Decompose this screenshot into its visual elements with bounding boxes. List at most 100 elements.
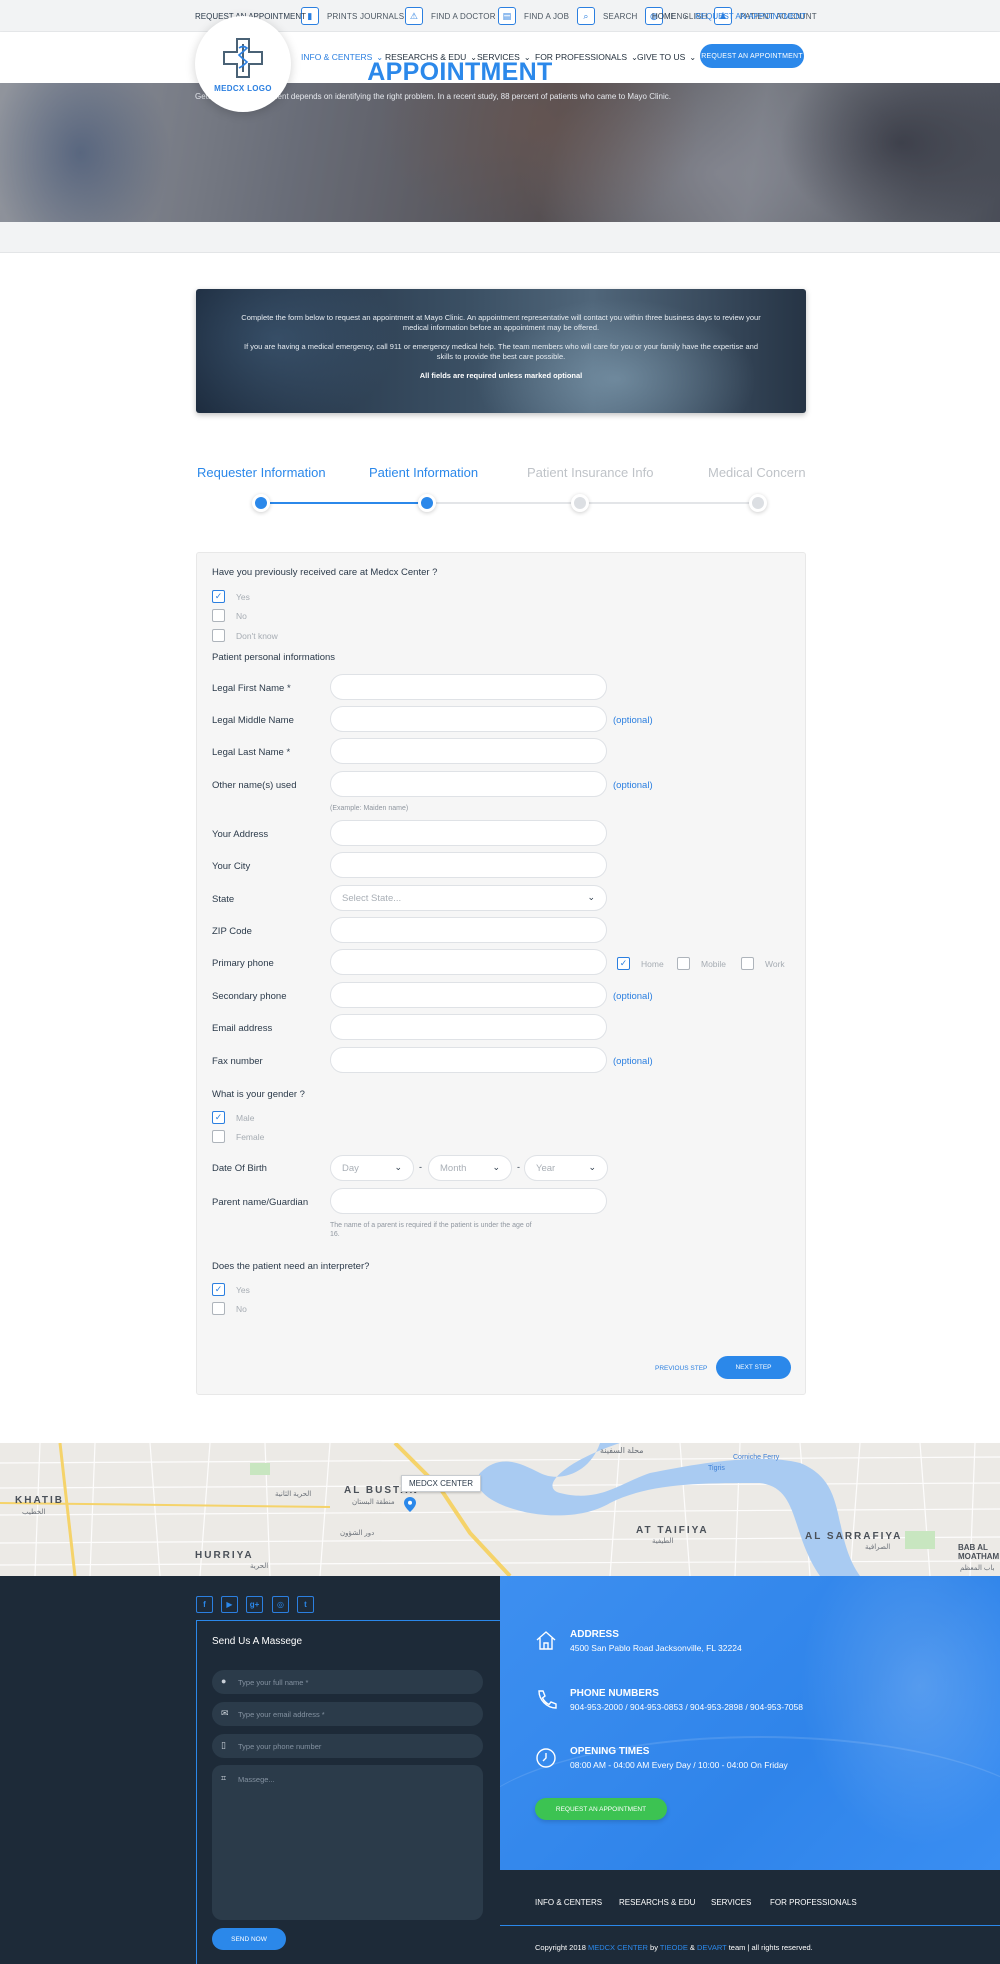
- map-label-corniche-ferry: Corniche Ferry: [733, 1454, 780, 1461]
- request-appointment-button[interactable]: REQUEST AN APPOINTMENT: [700, 44, 804, 68]
- intro-paragraph-1: Complete the form below to request an ap…: [241, 313, 761, 332]
- chevron-right-icon: ›: [684, 11, 688, 21]
- contact-phone-input[interactable]: ▯ Type your phone number: [212, 1734, 483, 1758]
- contact-email-input[interactable]: ✉ Type your email address *: [212, 1702, 483, 1726]
- intro-notice: Complete the form below to request an ap…: [196, 289, 806, 413]
- next-step-button[interactable]: NEXT STEP: [716, 1356, 791, 1379]
- interpreter-option-no[interactable]: No: [212, 1302, 247, 1315]
- label-city: Your City: [212, 861, 251, 872]
- city-input[interactable]: [330, 852, 607, 878]
- footer-info-area: [500, 1576, 1000, 1870]
- author-link-2[interactable]: DEVART: [697, 1943, 727, 1952]
- map-pin-icon[interactable]: [404, 1497, 416, 1512]
- utility-find-job[interactable]: ▤ FIND A JOB: [498, 7, 569, 25]
- utility-find-doctor[interactable]: ⚠ FIND A DOCTOR: [405, 7, 496, 25]
- google-plus-icon[interactable]: g+: [246, 1596, 263, 1613]
- youtube-icon[interactable]: ▶: [221, 1596, 238, 1613]
- map-label-safina-ar: محلة السفينة: [600, 1446, 644, 1455]
- instagram-icon[interactable]: ◎: [272, 1596, 289, 1613]
- state-select[interactable]: Select State... ⌄: [330, 885, 607, 911]
- footer-request-appointment-button[interactable]: REQUEST AN APPOINTMENT: [535, 1798, 667, 1820]
- location-map[interactable]: KHATIB الخطيب AL BUSTAN منطقة البستان HU…: [0, 1443, 1000, 1576]
- phone-type-mobile[interactable]: Mobile: [677, 957, 726, 970]
- contact-form-title: Send Us A Massege: [212, 1636, 303, 1647]
- step-label-insurance[interactable]: Patient Insurance Info: [527, 465, 653, 480]
- step-dot-patient[interactable]: [418, 494, 436, 512]
- breadcrumb: HOME › REQUEST AN APPOINTMENT: [652, 11, 806, 21]
- map-label-al-sarrafiya-ar: الصرافية: [865, 1544, 891, 1551]
- label-secondary-phone: Secondary phone: [212, 991, 287, 1002]
- care-option-no[interactable]: No: [212, 609, 247, 622]
- map-label-al-sarrafiya: AL SARRAFIYA: [805, 1531, 903, 1542]
- footer-nav-services[interactable]: SERVICES: [711, 1898, 751, 1907]
- secondary-phone-input[interactable]: [330, 982, 607, 1008]
- logo-text: MEDCX LOGO: [214, 84, 272, 93]
- phone-type-work[interactable]: Work: [741, 957, 785, 970]
- footer-nav-researchs-edu[interactable]: RESEARCHS & EDU: [619, 1898, 695, 1907]
- map-label-hurriya-2-ar: الحرية الثانية: [275, 1491, 312, 1498]
- gender-option-female[interactable]: Female: [212, 1130, 264, 1143]
- care-option-yes[interactable]: ✓ Yes: [212, 590, 250, 603]
- chevron-down-icon: ⌄: [587, 892, 595, 902]
- address-text: 4500 San Pablo Road Jacksonville, FL 322…: [570, 1643, 742, 1653]
- primary-phone-input[interactable]: [330, 949, 607, 975]
- step-label-medical[interactable]: Medical Concern: [708, 465, 806, 480]
- map-label-al-bustan-ar: منطقة البستان: [352, 1499, 395, 1506]
- middle-name-input[interactable]: [330, 706, 607, 732]
- previous-step-link[interactable]: PREVIOUS STEP: [655, 1365, 707, 1372]
- label-email: Email address: [212, 1023, 273, 1034]
- gender-option-male[interactable]: ✓ Male: [212, 1111, 254, 1124]
- care-option-dont-know[interactable]: Don't know: [212, 629, 278, 642]
- label-middle-name: Legal Middle Name: [212, 715, 294, 726]
- checkbox-icon: [212, 629, 225, 642]
- map-label-at-taifiya: AT TAIFIYA: [636, 1525, 709, 1536]
- checkbox-checked-icon: ✓: [212, 590, 225, 603]
- send-now-button[interactable]: SEND NOW: [212, 1928, 286, 1950]
- checkbox-checked-icon: ✓: [212, 1283, 225, 1296]
- dob-month-select[interactable]: Month ⌄: [428, 1155, 512, 1181]
- brand-link[interactable]: MEDCX CENTER: [588, 1943, 648, 1952]
- guardian-input[interactable]: [330, 1188, 607, 1214]
- first-name-input[interactable]: [330, 674, 607, 700]
- step-dot-medical[interactable]: [749, 494, 767, 512]
- other-names-input[interactable]: [330, 771, 607, 797]
- breadcrumb-bar: [0, 222, 1000, 253]
- contact-name-input[interactable]: ● Type your full name *: [212, 1670, 483, 1694]
- nav-give-to-us[interactable]: GIVE TO US ⌄: [637, 52, 696, 62]
- optional-tag: (optional): [613, 1056, 653, 1067]
- other-names-hint: (Example: Maiden name): [330, 805, 409, 812]
- footer-nav-for-professionals[interactable]: FOR PROFESSIONALS: [770, 1898, 857, 1907]
- map-label-khatib: KHATIB: [15, 1495, 65, 1506]
- map-label-hurriya: HURRIYA: [195, 1550, 254, 1561]
- dob-year-select[interactable]: Year ⌄: [524, 1155, 608, 1181]
- step-label-requester[interactable]: Requester Information: [197, 465, 326, 480]
- step-dot-insurance[interactable]: [571, 494, 589, 512]
- label-dob: Date Of Birth: [212, 1163, 267, 1174]
- fax-input[interactable]: [330, 1047, 607, 1073]
- optional-tag: (optional): [613, 715, 653, 726]
- address-input[interactable]: [330, 820, 607, 846]
- map-location-callout[interactable]: MEDCX CENTER: [401, 1475, 482, 1492]
- utility-prints-journals[interactable]: ▮ PRINTS JOURNALS: [301, 7, 404, 25]
- user-icon: ●: [221, 1676, 227, 1686]
- step-dot-requester[interactable]: [252, 494, 270, 512]
- site-logo[interactable]: MEDCX LOGO: [195, 16, 291, 112]
- step-label-patient[interactable]: Patient Information: [369, 465, 478, 480]
- last-name-input[interactable]: [330, 738, 607, 764]
- phone-type-home[interactable]: ✓ Home: [617, 957, 664, 970]
- facebook-icon[interactable]: f: [196, 1596, 213, 1613]
- optional-tag: (optional): [613, 780, 653, 791]
- zip-input[interactable]: [330, 917, 607, 943]
- label-other-names: Other name(s) used: [212, 780, 297, 791]
- email-input[interactable]: [330, 1014, 607, 1040]
- dob-day-select[interactable]: Day ⌄: [330, 1155, 414, 1181]
- breadcrumb-home-link[interactable]: HOME: [652, 12, 676, 21]
- author-link-1[interactable]: TIEODE: [660, 1943, 688, 1952]
- step-remaining-line: [436, 502, 758, 504]
- footer-nav-info-centers[interactable]: INFO & CENTERS: [535, 1898, 602, 1907]
- map-label-tigris: Tigris: [708, 1465, 725, 1472]
- contact-message-textarea[interactable]: ⌗ Massege...: [212, 1765, 483, 1920]
- twitter-icon[interactable]: t: [297, 1596, 314, 1613]
- interpreter-option-yes[interactable]: ✓ Yes: [212, 1283, 250, 1296]
- utility-search[interactable]: ⌕ SEARCH: [577, 7, 638, 25]
